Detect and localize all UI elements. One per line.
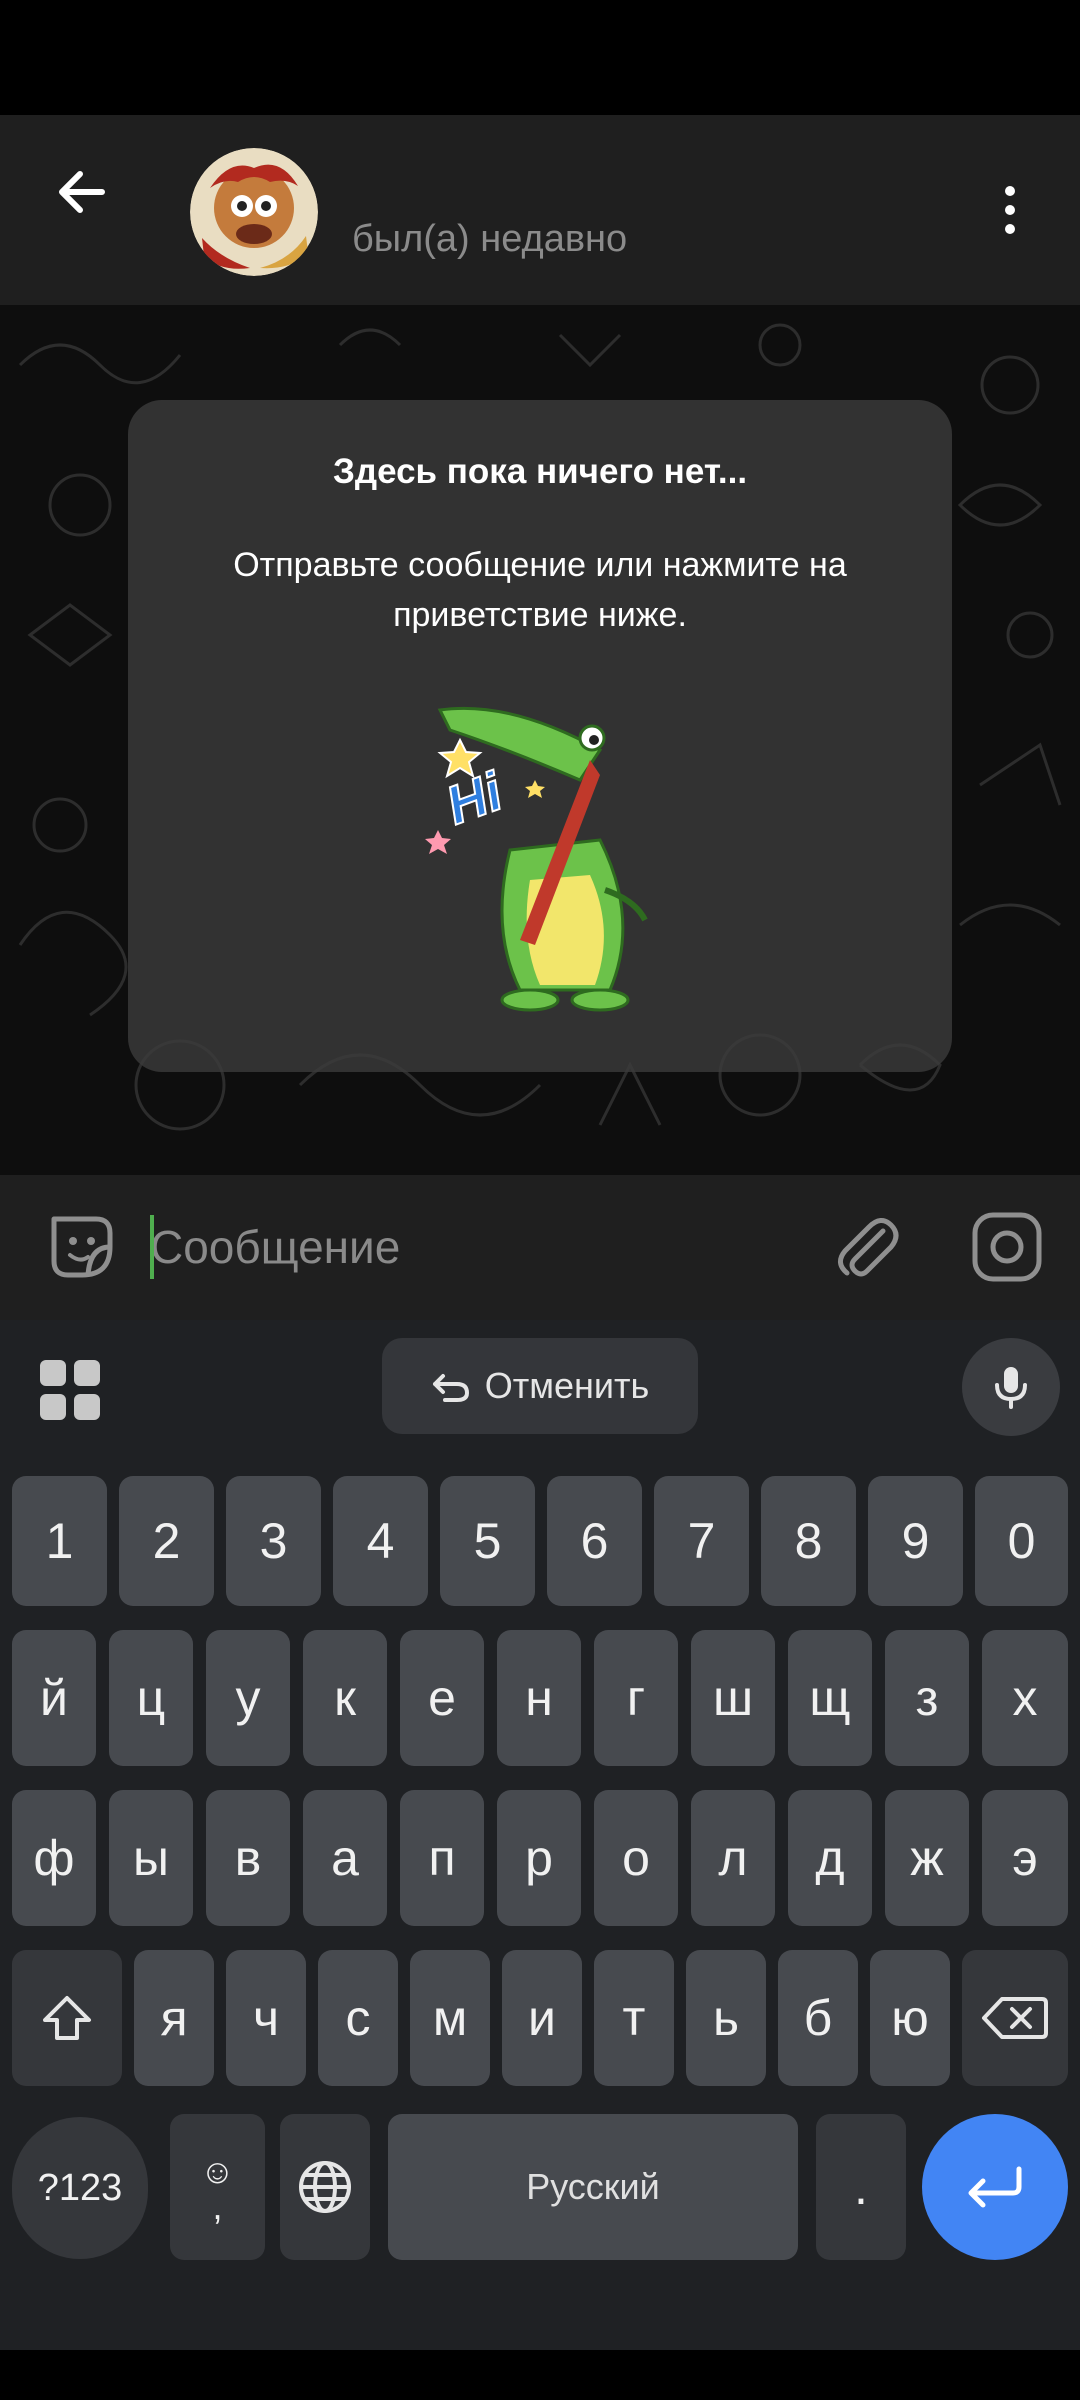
emoji-comma-key[interactable]: ☺ ,	[170, 2114, 265, 2260]
key-а[interactable]: а	[303, 1790, 387, 1926]
key-л[interactable]: л	[691, 1790, 775, 1926]
key-ю[interactable]: ю	[870, 1950, 950, 2086]
key-8[interactable]: 8	[761, 1476, 856, 1606]
key-г[interactable]: г	[594, 1630, 678, 1766]
more-vertical-icon	[1005, 186, 1015, 196]
instagram-camera-icon	[972, 1212, 1042, 1282]
undo-label: Отменить	[484, 1365, 650, 1406]
globe-icon	[299, 2161, 351, 2213]
key-к[interactable]: к	[303, 1630, 387, 1766]
key-о[interactable]: о	[594, 1790, 678, 1926]
greeting-sticker[interactable]: Hi	[420, 690, 680, 1030]
key-э[interactable]: э	[982, 1790, 1068, 1926]
chat-header	[0, 115, 1080, 305]
arrow-left-icon	[59, 171, 105, 213]
enter-return-icon	[968, 2166, 1022, 2208]
key-ы[interactable]: ы	[109, 1790, 193, 1926]
key-ф[interactable]: ф	[12, 1790, 96, 1926]
attach-button[interactable]	[825, 1205, 909, 1289]
backspace-icon	[982, 1997, 1048, 2039]
undo-button[interactable]: Отменить	[382, 1338, 698, 1434]
symbols-key[interactable]: ?123	[12, 2117, 148, 2259]
emoji-button[interactable]	[40, 1205, 124, 1289]
shift-arrow-icon	[43, 1996, 91, 2040]
camera-button[interactable]	[965, 1205, 1049, 1289]
key-я[interactable]: я	[134, 1950, 214, 2086]
period-key[interactable]: .	[816, 2114, 906, 2260]
voice-input-button[interactable]	[962, 1338, 1060, 1436]
key-б[interactable]: б	[778, 1950, 858, 2086]
key-т[interactable]: т	[594, 1950, 674, 2086]
system-navigation-bar	[0, 2350, 1080, 2400]
key-х[interactable]: х	[982, 1630, 1068, 1766]
key-ж[interactable]: ж	[885, 1790, 969, 1926]
key-2[interactable]: 2	[119, 1476, 214, 1606]
empty-chat-hint: Отправьте сообщение или нажмите на приве…	[233, 546, 847, 634]
microphone-icon	[995, 1367, 1027, 1409]
back-button[interactable]	[40, 150, 124, 234]
key-7[interactable]: 7	[654, 1476, 749, 1606]
key-з[interactable]: з	[885, 1630, 969, 1766]
empty-chat-title: Здесь пока ничего нет...	[332, 452, 748, 491]
key-6[interactable]: 6	[547, 1476, 642, 1606]
backspace-key[interactable]	[962, 1950, 1068, 2086]
enter-key[interactable]	[922, 2114, 1068, 2260]
key-и[interactable]: и	[502, 1950, 582, 2086]
shift-key[interactable]	[12, 1950, 122, 2086]
key-п[interactable]: п	[400, 1790, 484, 1926]
key-в[interactable]: в	[206, 1790, 290, 1926]
sticker-smile-icon	[51, 1216, 113, 1278]
text-caret	[150, 1215, 154, 1279]
key-ч[interactable]: ч	[226, 1950, 306, 2086]
key-р[interactable]: р	[497, 1790, 581, 1926]
apps-grid-icon	[40, 1360, 100, 1420]
key-м[interactable]: м	[410, 1950, 490, 2086]
more-options-button[interactable]	[980, 170, 1040, 250]
key-н[interactable]: н	[497, 1630, 581, 1766]
keyboard-apps-button[interactable]	[30, 1350, 110, 1430]
comma-label: ,	[212, 2185, 223, 2227]
key-с[interactable]: с	[318, 1950, 398, 2086]
language-key[interactable]	[280, 2114, 370, 2260]
last-seen-status: был(а) недавно	[352, 218, 628, 260]
message-input[interactable]	[150, 1212, 790, 1282]
key-ь[interactable]: ь	[686, 1950, 766, 2086]
key-д[interactable]: д	[788, 1790, 872, 1926]
key-у[interactable]: у	[206, 1630, 290, 1766]
key-е[interactable]: е	[400, 1630, 484, 1766]
avatar[interactable]	[190, 148, 318, 276]
paperclip-icon	[838, 1218, 899, 1277]
key-ц[interactable]: ц	[109, 1630, 193, 1766]
undo-icon	[432, 1374, 469, 1402]
key-0[interactable]: 0	[975, 1476, 1068, 1606]
key-5[interactable]: 5	[440, 1476, 535, 1606]
key-9[interactable]: 9	[868, 1476, 963, 1606]
key-3[interactable]: 3	[226, 1476, 321, 1606]
key-щ[interactable]: щ	[788, 1630, 872, 1766]
key-4[interactable]: 4	[333, 1476, 428, 1606]
key-1[interactable]: 1	[12, 1476, 107, 1606]
space-key[interactable]: Русский	[388, 2114, 798, 2260]
key-ш[interactable]: ш	[691, 1630, 775, 1766]
key-й[interactable]: й	[12, 1630, 96, 1766]
